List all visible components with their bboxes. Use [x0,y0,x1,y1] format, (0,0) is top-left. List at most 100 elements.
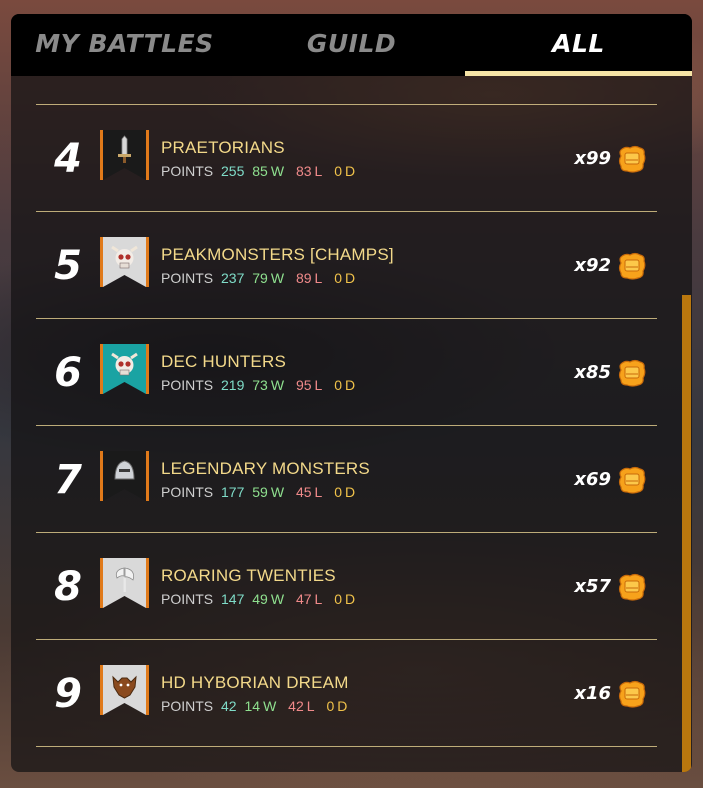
tab-bar: MY BATTLES GUILD ALL [11,14,692,76]
wins-value: 59 W [252,484,288,500]
points-label: POINTS [161,591,214,607]
leaderboard-row[interactable]: 8 ROARING TWENTIES POINTS 147 49 W 47 L 0D… [36,533,657,640]
wins-value: 85 W [252,163,288,179]
rank-number: 5 [54,242,82,289]
leaderboard-row[interactable]: 7 LEGENDARY MONSTERS POINTS 177 59 W 45 L … [36,426,657,533]
draws-number: 0 [334,163,343,179]
guild-stats: POINTS 219 73 W 95 L 0D [161,377,363,393]
draws-label: D [345,377,356,393]
draws-number: 0 [334,484,343,500]
wins-number: 59 [252,484,268,500]
guild-name: LEGENDARY MONSTERS [161,459,370,478]
points-value: 255 [221,163,245,179]
losses-label: L [314,270,323,286]
losses-value: 83 L [296,163,326,179]
reward: x57 [574,533,647,640]
draws-label: D [345,163,356,179]
wins-label: W [270,377,285,393]
reward-multiplier: x69 [574,469,611,490]
guild-name: PEAKMONSTERS [CHAMPS] [161,245,394,264]
wins-value: 73 W [252,377,288,393]
draws-value: 0D [334,163,359,179]
draws-number: 0 [326,698,335,714]
points-value: 42 [221,698,237,714]
wins-label: W [263,698,277,714]
gold-chest-icon [618,680,646,708]
losses-value: 95 L [296,377,326,393]
guild-name: ROARING TWENTIES [161,566,336,585]
reward: x99 [574,105,647,212]
losses-number: 89 [295,270,312,286]
gold-chest-icon [618,466,646,494]
points-label: POINTS [161,698,214,714]
wins-number: 73 [252,377,268,393]
losses-value: 42 L [288,698,318,714]
reward: x92 [574,212,647,319]
rank-number: 8 [54,563,82,610]
points-label: POINTS [161,163,214,179]
guild-info: PRAETORIANS POINTS 255 85 W 83 L 0D [161,138,363,179]
losses-number: 95 [295,377,312,393]
points-label: POINTS [161,484,214,500]
reward: x69 [574,426,647,533]
losses-value: 47 L [296,591,326,607]
draws-number: 0 [334,270,343,286]
wins-value: 14 W [244,698,280,714]
losses-number: 45 [295,484,312,500]
guild-stats: POINTS 42 14 W 42 L 0D [161,698,355,714]
guild-info: ROARING TWENTIES POINTS 147 49 W 47 L 0D [161,566,363,607]
draws-value: 0D [334,484,359,500]
wins-number: 85 [252,163,268,179]
sword-banner-icon [100,130,149,180]
wins-value: 79 W [252,270,288,286]
tab-guild[interactable]: GUILD [238,14,465,76]
leaderboard-row[interactable]: 4 PRAETORIANS POINTS 255 85 W 83 L 0D x99 [36,105,657,212]
wins-label: W [270,484,285,500]
leaderboard-list: 4 PRAETORIANS POINTS 255 85 W 83 L 0D x99 [36,104,657,747]
wins-label: W [270,270,285,286]
leaderboard-panel: MY BATTLES GUILD ALL 4 PRAETORIANS POINT… [11,14,692,772]
losses-label: L [306,698,315,714]
wins-label: W [270,163,285,179]
draws-value: 0D [334,591,359,607]
draws-value: 0D [334,377,359,393]
guild-info: LEGENDARY MONSTERS POINTS 177 59 W 45 L 0D [161,459,370,500]
guild-name: HD HYBORIAN DREAM [161,673,349,692]
guild-name: PRAETORIANS [161,138,285,157]
points-value: 237 [221,270,245,286]
axe-banner-icon [100,558,149,608]
skull-banner-icon [100,344,149,394]
tab-all[interactable]: ALL [465,14,692,76]
draws-value: 0D [326,698,351,714]
losses-label: L [314,377,323,393]
wins-value: 49 W [252,591,288,607]
gold-chest-icon [618,573,646,601]
rank-number: 9 [54,670,82,717]
leaderboard-row[interactable]: 6 DEC HUNTERS POINTS 219 73 W 95 L 0D x85 [36,319,657,426]
losses-label: L [314,591,323,607]
reward-multiplier: x99 [574,148,611,169]
points-value: 219 [221,377,245,393]
losses-label: L [314,484,323,500]
reward-multiplier: x85 [574,362,611,383]
gold-chest-icon [618,359,646,387]
gold-chest-icon [618,252,646,280]
losses-number: 83 [295,163,312,179]
reward: x16 [574,640,647,747]
tab-my-battles[interactable]: MY BATTLES [11,14,238,76]
scrollbar-thumb[interactable] [682,295,691,772]
draws-label: D [345,484,356,500]
wins-number: 49 [252,591,268,607]
wins-number: 14 [244,698,261,714]
guild-stats: POINTS 255 85 W 83 L 0D [161,163,363,179]
rank-number: 6 [54,349,82,396]
leaderboard-row[interactable]: 9 HD HYBORIAN DREAM POINTS 42 14 W 42 L 0D… [36,640,657,747]
losses-value: 89 L [296,270,326,286]
guild-stats: POINTS 177 59 W 45 L 0D [161,484,370,500]
reward: x85 [574,319,647,426]
draws-number: 0 [334,377,343,393]
reward-multiplier: x92 [574,255,611,276]
draws-number: 0 [334,591,343,607]
leaderboard-row[interactable]: 5 PEAKMONSTERS [CHAMPS] POINTS 237 79 W 8… [36,212,657,319]
points-value: 147 [221,591,245,607]
